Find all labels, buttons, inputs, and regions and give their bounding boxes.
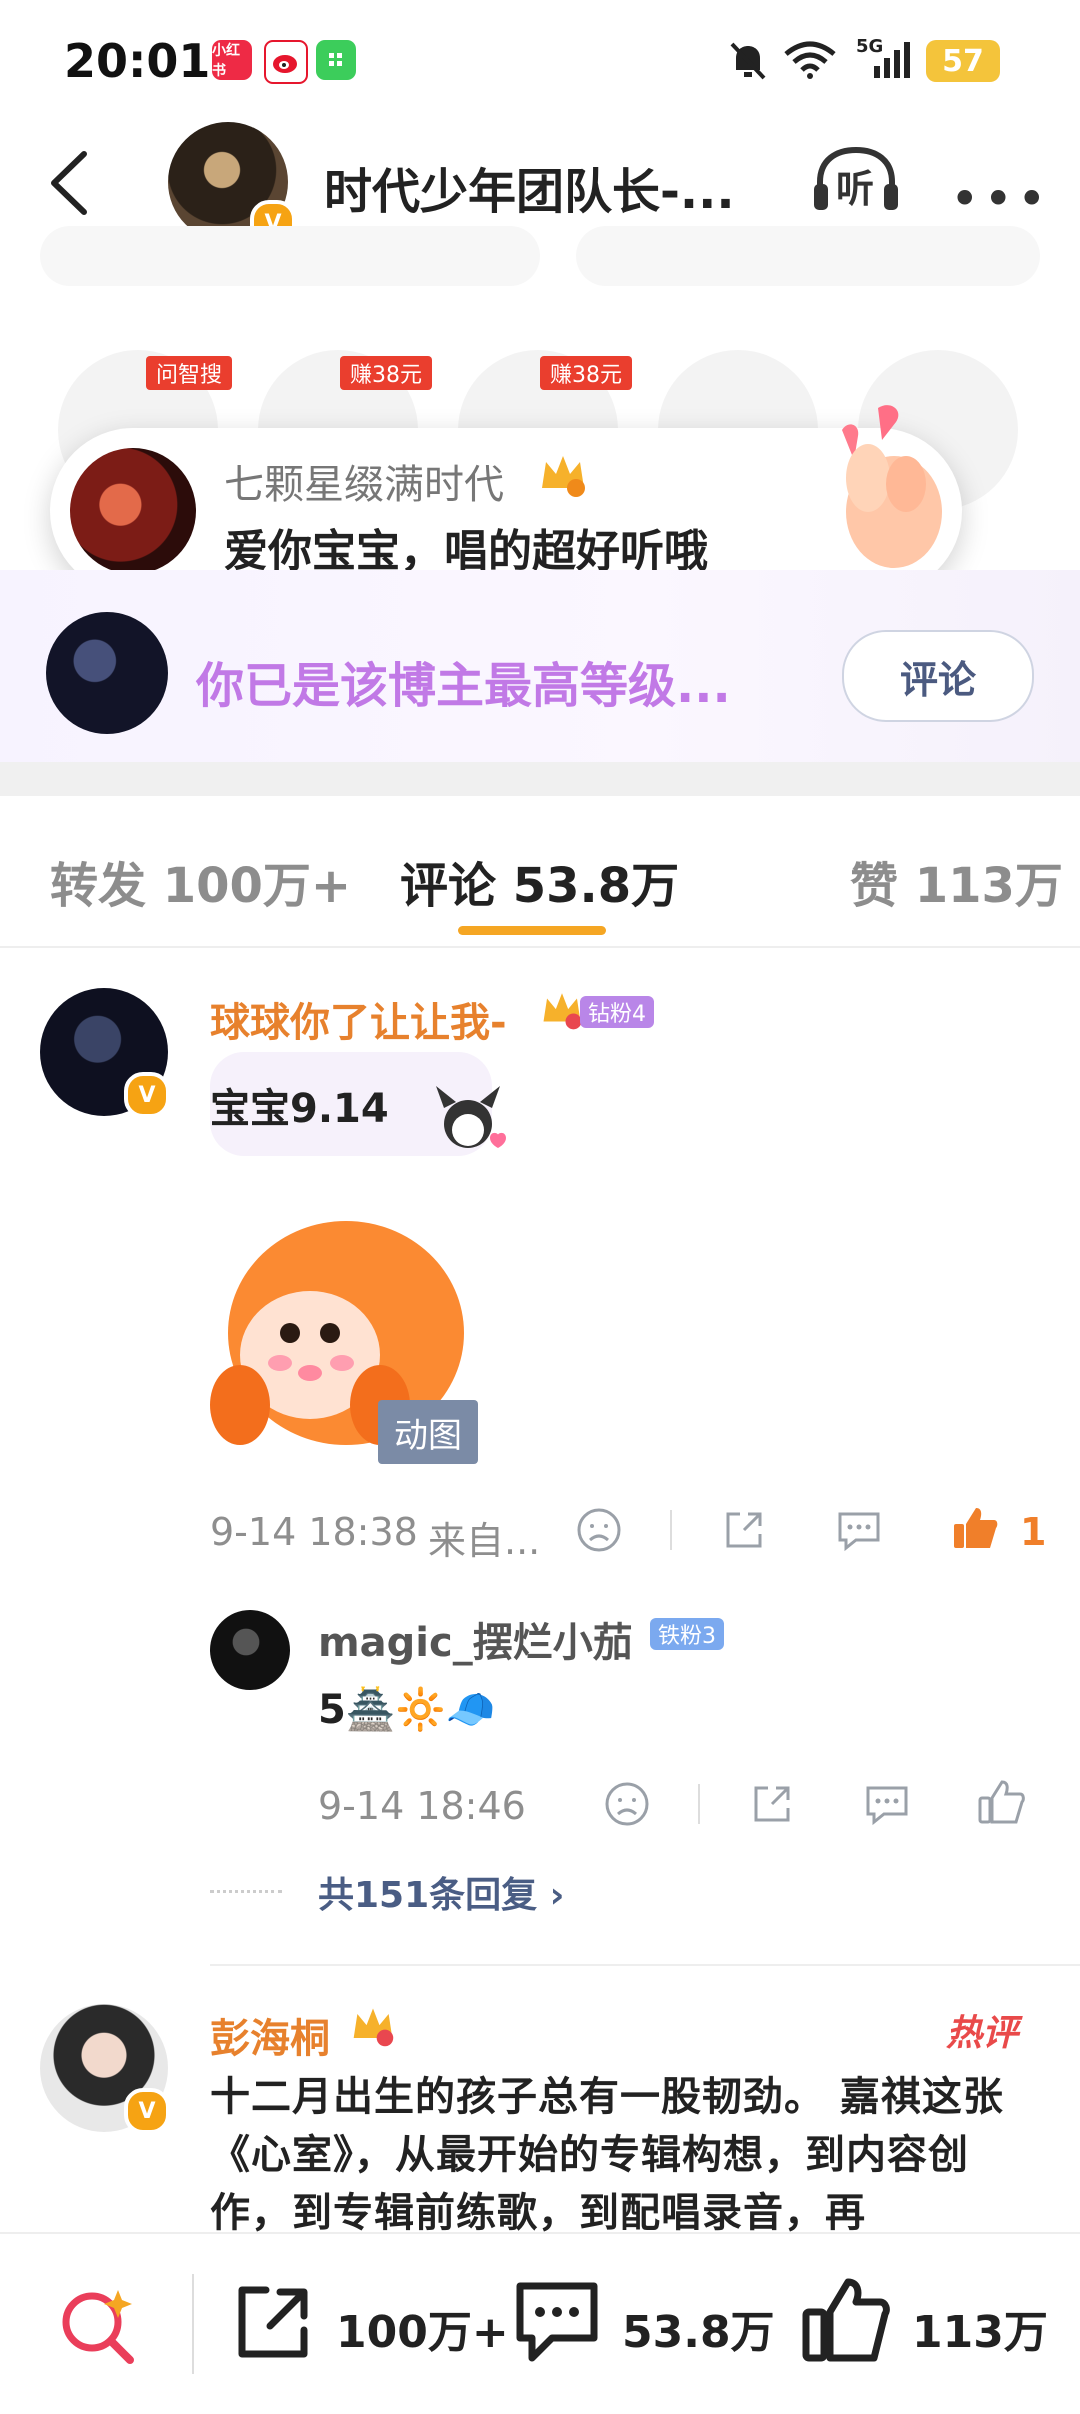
comment-text: 宝宝9.14 xyxy=(210,1086,389,1132)
quick-action-tag: 赚38元 xyxy=(540,356,632,390)
thumbs-up-icon[interactable] xyxy=(976,1778,1026,1828)
dotted-divider xyxy=(210,1890,282,1893)
banner-comment-button[interactable]: 评论 xyxy=(842,630,1034,722)
toast-username: 七颗星缀满时代 xyxy=(224,462,504,508)
finger-heart-icon xyxy=(842,405,942,568)
share-icon[interactable] xyxy=(748,1780,796,1828)
gif-tag: 动图 xyxy=(378,1400,478,1464)
weibo-icon xyxy=(264,40,308,84)
share-icon[interactable] xyxy=(720,1506,768,1554)
listen-button[interactable]: 听 xyxy=(810,146,902,216)
fan-level-badge: 钻粉4 xyxy=(580,996,654,1028)
comment-text: 十二月出生的孩子总有一股韧劲。 嘉祺这张《心室》，从最开始的专辑构想，到内容创作… xyxy=(210,2074,1004,2236)
crown-level-icon xyxy=(542,456,585,497)
tab-likes[interactable]: 赞 113万 xyxy=(850,846,1063,916)
verified-badge-icon: V xyxy=(124,2088,170,2134)
reply-username[interactable]: magic_摆烂小茄 xyxy=(318,1610,633,1668)
listen-label: 听 xyxy=(836,167,875,211)
wechat-icon xyxy=(316,40,356,80)
comment-divider xyxy=(210,1964,1080,1966)
view-all-replies-link[interactable]: 共151条回复 › xyxy=(318,1866,565,1918)
comment-like-count: 1 xyxy=(1020,1510,1047,1554)
thumbs-up-liked-icon[interactable] xyxy=(950,1504,1000,1554)
reply-bubble-icon[interactable] xyxy=(862,1780,912,1828)
xiaohongshu-icon: 小红书 xyxy=(212,40,252,80)
ai-search-icon[interactable] xyxy=(54,2278,144,2368)
active-tab-indicator xyxy=(458,926,606,935)
tab-comments[interactable]: 评论 53.8万 xyxy=(400,846,679,916)
like-count[interactable]: 113万 xyxy=(912,2296,1048,2360)
kuromi-sticker-icon xyxy=(436,1086,506,1148)
reply-bubble-icon[interactable] xyxy=(834,1506,884,1554)
status-time: 20:01 xyxy=(64,34,211,88)
bottom-divider xyxy=(192,2274,194,2374)
action-divider xyxy=(670,1510,672,1550)
hot-comment-badge: 热评 xyxy=(946,2013,1019,2054)
repost-icon[interactable] xyxy=(230,2280,316,2366)
like-icon[interactable] xyxy=(800,2274,890,2366)
comment-count[interactable]: 53.8万 xyxy=(622,2296,775,2360)
fan-level-text: 你已是该博主最高等级... xyxy=(196,658,731,714)
reply-time: 9-14 18:46 xyxy=(318,1784,526,1828)
comment-username[interactable]: 彭海桐 xyxy=(210,2006,330,2064)
wifi-icon xyxy=(784,41,836,79)
dislike-face-icon[interactable] xyxy=(575,1506,623,1554)
back-arrow-icon[interactable] xyxy=(44,148,94,218)
page-title[interactable]: 时代少年团队长-... xyxy=(324,152,735,222)
crown-level-icon xyxy=(543,993,582,1030)
signal-icon xyxy=(874,42,910,78)
section-divider xyxy=(0,762,1080,796)
reply-avatar[interactable] xyxy=(210,1610,290,1690)
dislike-face-icon[interactable] xyxy=(603,1780,651,1828)
comment-time: 9-14 18:38 xyxy=(210,1510,418,1554)
crown-level-icon xyxy=(353,2008,394,2047)
quick-action-tag: 赚38元 xyxy=(340,356,432,390)
more-options-button[interactable]: ••• xyxy=(950,170,1050,228)
battery-indicator: 57 xyxy=(926,40,1000,82)
reply-text: 5🏯🔆🧢 xyxy=(318,1687,496,1733)
action-divider xyxy=(698,1784,700,1824)
stat-card-left xyxy=(40,226,540,286)
quick-action-tag: 问智搜 xyxy=(146,356,233,390)
status-bar: 20:01 小红书 5G 57 xyxy=(0,0,1080,120)
tab-repost[interactable]: 转发 100万+ xyxy=(50,846,351,916)
stat-card-right xyxy=(576,226,1040,286)
comment-source: 来自... xyxy=(428,1519,541,1563)
fan-level-badge: 铁粉3 xyxy=(650,1618,724,1650)
verified-badge-icon: V xyxy=(124,1072,170,1118)
comment-icon[interactable] xyxy=(512,2276,602,2368)
toast-avatar xyxy=(70,448,196,574)
mute-bell-icon xyxy=(730,42,766,80)
my-avatar xyxy=(46,612,168,734)
comment-username[interactable]: 球球你了让让我- xyxy=(210,990,507,1048)
repost-count[interactable]: 100万+ xyxy=(336,2296,509,2360)
